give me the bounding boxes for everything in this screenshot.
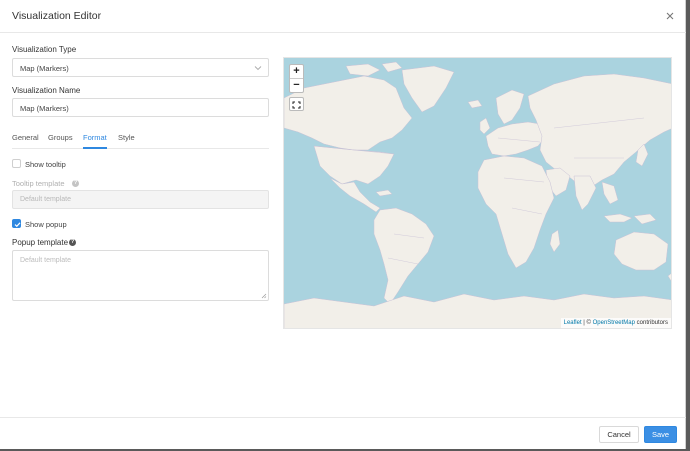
attribution-suffix: contributors (634, 320, 668, 326)
visualization-type-select[interactable]: Map (Markers) (12, 58, 269, 77)
visualization-name-input[interactable]: Map (Markers) (12, 98, 269, 117)
popup-template-label: Popup template (12, 238, 69, 247)
visualization-name-value: Map (Markers) (20, 104, 69, 113)
leaflet-link[interactable]: Leaflet (564, 320, 582, 326)
checkmark-icon (14, 222, 21, 228)
visualization-editor-dialog: Visualization Editor Visualization Type … (0, 0, 686, 449)
show-popup-checkbox[interactable] (12, 219, 21, 228)
fullscreen-button[interactable] (289, 97, 304, 111)
dialog-header: Visualization Editor (0, 0, 686, 33)
zoom-in-button[interactable]: + (290, 65, 303, 78)
help-icon[interactable]: ? (69, 239, 76, 246)
editor-tabs: General Groups Format Style (12, 128, 269, 149)
tab-format[interactable]: Format (83, 133, 107, 142)
cancel-button[interactable]: Cancel (599, 426, 639, 443)
close-icon[interactable] (664, 10, 676, 22)
tooltip-template-label: Tooltip template (12, 179, 65, 188)
openstreetmap-link[interactable]: OpenStreetMap (593, 320, 635, 326)
dialog-title: Visualization Editor (12, 10, 102, 22)
dialog-footer: Cancel Save (0, 417, 686, 449)
show-tooltip-label: Show tooltip (25, 160, 66, 169)
map-view[interactable]: + − Leaflet | © OpenStreetMap contributo… (283, 57, 672, 329)
visualization-type-label: Visualization Type (12, 45, 77, 54)
zoom-out-button[interactable]: − (290, 79, 303, 92)
attribution-separator: | © (581, 320, 593, 326)
chevron-down-icon (254, 66, 262, 71)
visualization-name-label: Visualization Name (12, 86, 81, 95)
fullscreen-icon (292, 101, 301, 109)
popup-template-textarea[interactable]: Default template (12, 250, 269, 301)
show-tooltip-checkbox[interactable] (12, 159, 21, 168)
popup-template-placeholder: Default template (20, 257, 71, 264)
zoom-control: + − (289, 64, 304, 93)
tab-style[interactable]: Style (118, 133, 135, 142)
active-tab-indicator (83, 147, 107, 149)
tooltip-template-input: Default template (12, 190, 269, 209)
resize-grip-icon[interactable] (261, 293, 267, 299)
visualization-type-value: Map (Markers) (20, 64, 69, 73)
world-map (284, 61, 671, 328)
tooltip-template-placeholder: Default template (20, 196, 71, 203)
map-attribution: Leaflet | © OpenStreetMap contributors (560, 318, 671, 328)
tab-groups[interactable]: Groups (48, 133, 73, 142)
tab-general[interactable]: General (12, 133, 39, 142)
help-icon: ? (72, 180, 79, 187)
show-popup-label: Show popup (25, 220, 67, 229)
save-button[interactable]: Save (644, 426, 677, 443)
